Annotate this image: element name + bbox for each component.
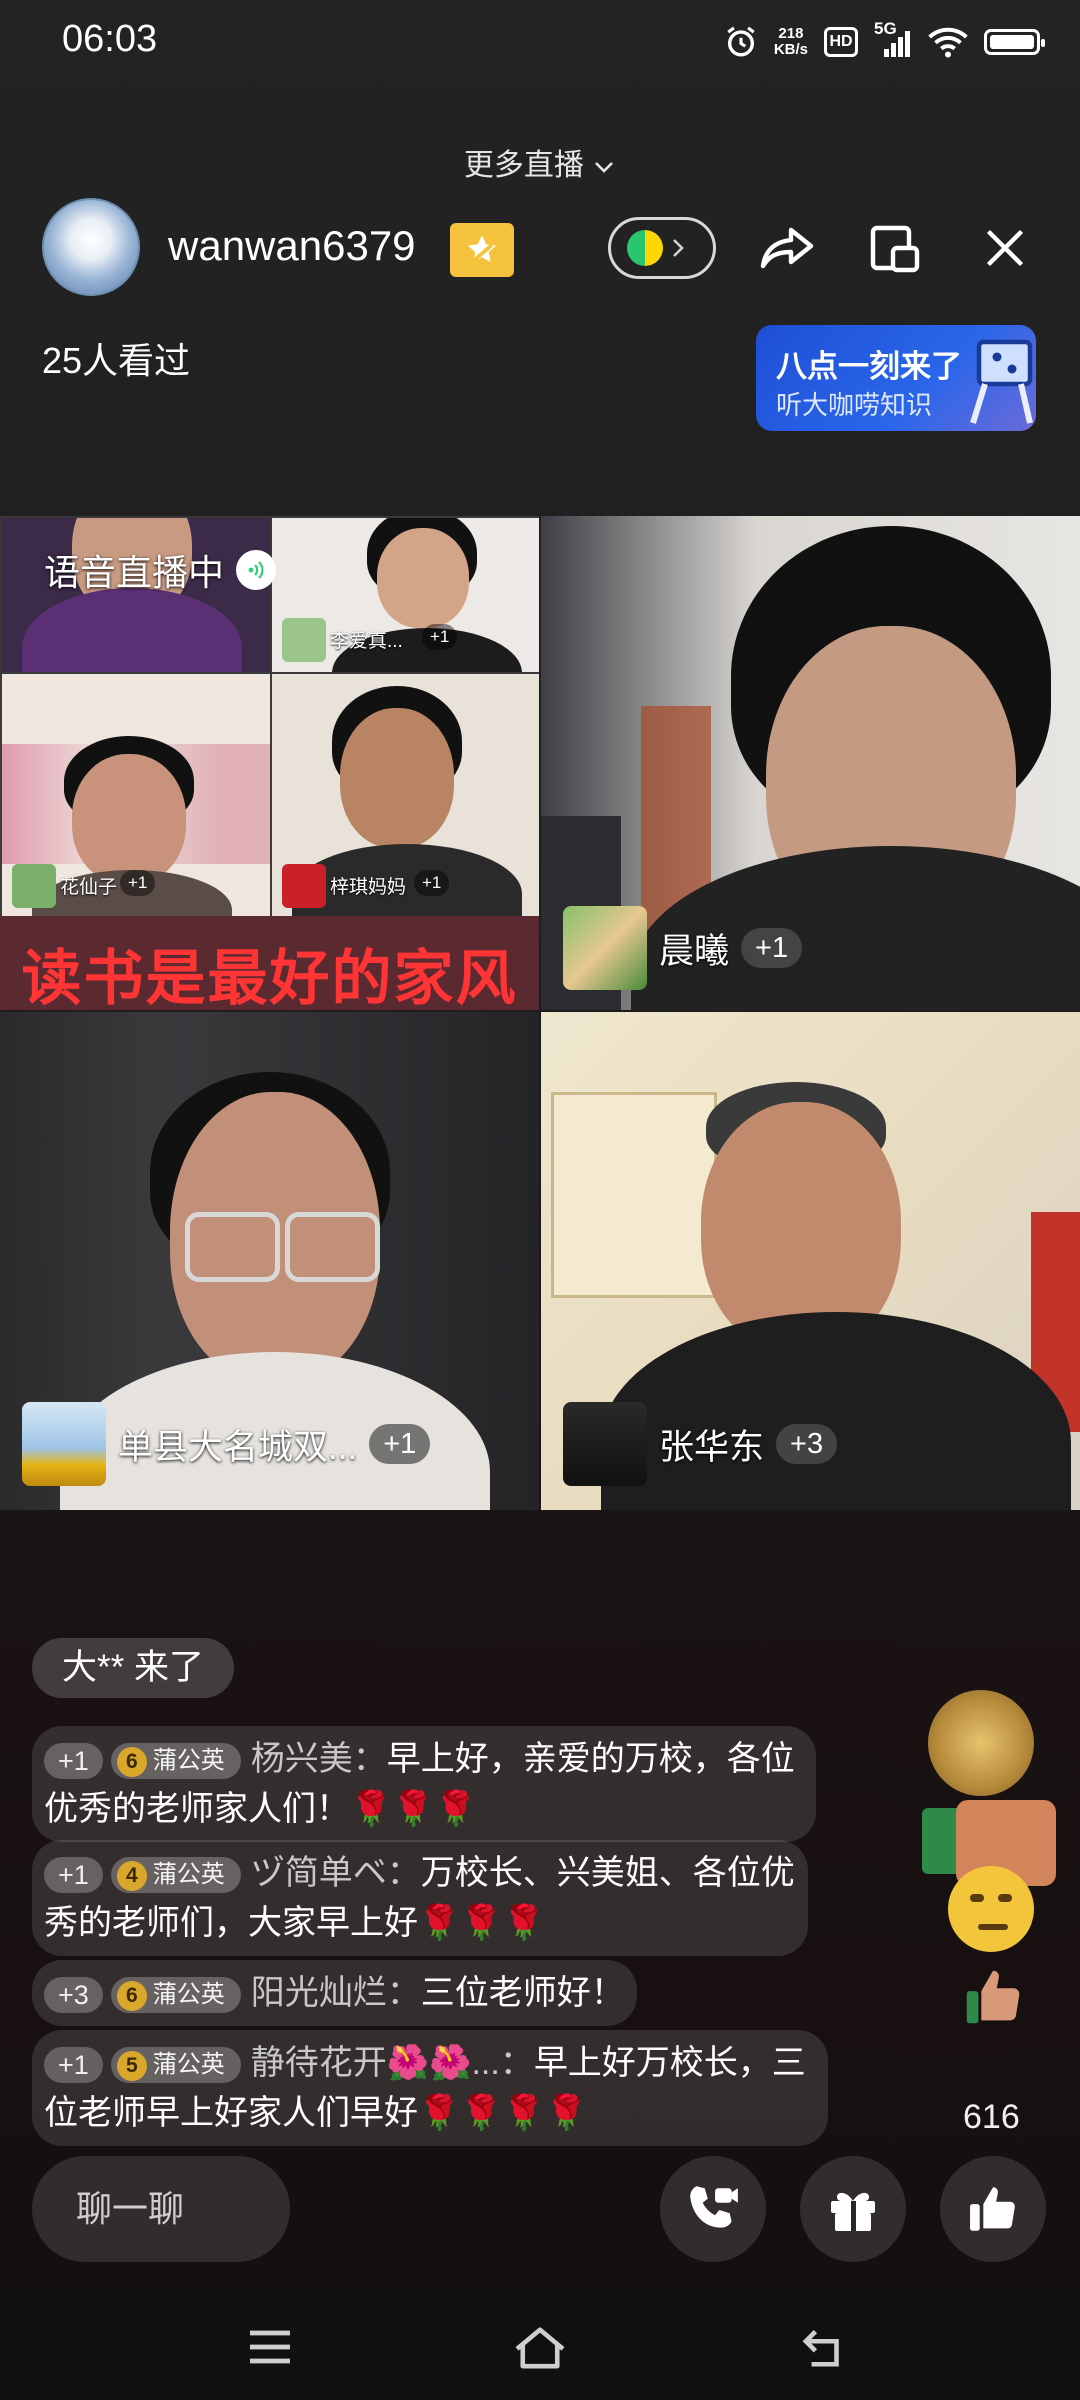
sub-tile-4: 梓琪妈妈 +1	[270, 672, 539, 920]
sub-tile-plus: +1	[414, 870, 450, 896]
share-icon	[760, 227, 814, 269]
nav-back-button[interactable]	[790, 2312, 860, 2382]
activity-icon[interactable]	[928, 1690, 1034, 1796]
chat-input[interactable]: 聊一聊	[32, 2156, 290, 2262]
level-badge: +3	[44, 1977, 103, 2014]
promo-banner[interactable]: 八点一刻来了 听大咖唠知识	[756, 325, 1036, 431]
promo-subtitle: 听大咖唠知识	[776, 390, 933, 420]
fan-badge: 5 蒲公英	[110, 2047, 241, 2084]
video-call-button[interactable]	[660, 2156, 766, 2262]
fan-badge: 6 蒲公英	[110, 1743, 241, 1780]
floating-window-button[interactable]	[860, 213, 930, 283]
sub-tile-plus: +1	[120, 870, 156, 896]
like-count: 616	[963, 2098, 1020, 2136]
thumbs-up-icon	[970, 2187, 1015, 2231]
guest-tile-1[interactable]: 晨曦 +1	[541, 516, 1080, 1010]
system-nav-bar	[0, 2290, 1080, 2400]
music-app-icon	[627, 230, 663, 266]
chevron-right-icon	[673, 239, 684, 257]
fan-badge: 6 蒲公英	[110, 1977, 241, 2014]
host-badge[interactable]	[450, 223, 514, 277]
sub-avatar	[12, 864, 56, 908]
back-icon	[802, 2330, 839, 2367]
status-time: 06:03	[62, 18, 158, 60]
phone-video-icon	[690, 2186, 738, 2228]
chat-message[interactable]: +1 4 蒲公英 ヅ简单ベ：万校长、兴美姐、各位优秀的老师们，大家早上好🌹🌹🌹	[32, 1840, 808, 1956]
guest-tile-2[interactable]: 单县大名城双... +1	[0, 1012, 539, 1510]
more-live-button[interactable]: 更多直播	[0, 140, 1080, 184]
chat-sender: 阳光灿烂：	[250, 1974, 421, 2012]
guest-avatar	[563, 1402, 647, 1486]
sub-tile-2: 李爱真... +1	[270, 516, 539, 674]
guest-tile-3[interactable]: 张华东 +3	[541, 1012, 1080, 1510]
sub-avatar	[282, 618, 326, 662]
sub-tile-name: 梓琪妈妈	[330, 877, 407, 898]
chat-message[interactable]: +1 6 蒲公英 杨兴美：早上好，亲爱的万校，各位优秀的老师家人们！🌹🌹🌹	[32, 1726, 816, 1842]
hd-badge: HD	[824, 27, 858, 57]
guest-name: 晨曦	[659, 931, 730, 971]
voice-live-tile[interactable]: 李爱真... +1 花仙子 +1 梓琪妈妈 +1 语音直播中 读书是最好的家风	[0, 516, 539, 1010]
host-avatar[interactable]	[42, 198, 140, 296]
star-check-icon	[467, 235, 497, 267]
gift-button[interactable]	[800, 2156, 906, 2262]
like-button[interactable]	[940, 2156, 1046, 2262]
chat-text: 三位老师好！	[420, 1974, 625, 2012]
sub-avatar	[282, 864, 326, 908]
level-badge: +1	[44, 1857, 103, 1894]
sub-tile-name: 花仙子	[60, 877, 118, 898]
guest-avatar	[563, 906, 647, 990]
fan-badge: 4 蒲公英	[110, 1857, 241, 1894]
level-badge: +1	[44, 1743, 103, 1780]
host-username[interactable]: wanwan6379	[168, 222, 416, 270]
sub-tile-plus: +1	[422, 624, 458, 650]
voice-live-label: 语音直播中	[44, 544, 277, 596]
guest-plus: +3	[776, 1424, 838, 1464]
gift-icon	[831, 2192, 875, 2231]
sub-tile-3: 花仙子 +1	[0, 672, 272, 920]
close-icon	[986, 229, 1024, 267]
slogan-banner: 读书是最好的家风	[0, 916, 539, 1010]
status-icons: 218 KB/s HD 5G	[724, 19, 1045, 64]
net-speed: 218 KB/s	[773, 25, 808, 58]
thinking-emoji-icon	[948, 1866, 1034, 1952]
share-button[interactable]	[752, 213, 822, 283]
guest-avatar	[22, 1402, 106, 1486]
chat-message[interactable]: +1 5 蒲公英 静待花开🌺🌺...：早上好万校长，三位老师早上好家人们早好🌹🌹🌹🌹	[32, 2030, 828, 2146]
menu-icon	[250, 2330, 290, 2364]
home-icon	[515, 2327, 565, 2369]
wifi-icon	[928, 27, 968, 58]
board-icon	[970, 339, 1033, 424]
chat-sender: 静待花开🌺🌺...：	[250, 2044, 534, 2082]
sound-wave-icon	[236, 550, 277, 590]
level-badge: +1	[44, 2047, 103, 2084]
signal-icon: 5G	[874, 19, 912, 59]
guest-plus: +1	[369, 1424, 431, 1464]
guest-name: 单县大名城双...	[118, 1427, 358, 1467]
nav-menu-button[interactable]	[235, 2312, 305, 2382]
close-button[interactable]	[970, 213, 1040, 283]
battery-icon	[984, 29, 1045, 55]
guest-name: 张华东	[659, 1427, 765, 1467]
sub-tile-name: 李爱真...	[330, 631, 403, 652]
nav-home-button[interactable]	[505, 2312, 575, 2382]
music-pill-button[interactable]	[608, 217, 716, 279]
thumb-float-icon	[966, 1970, 1020, 2024]
chevron-down-icon	[595, 162, 614, 173]
guest-plus: +1	[741, 928, 803, 968]
chat-message[interactable]: +3 6 蒲公英 阳光灿烂：三位老师好！	[32, 1960, 637, 2026]
chat-sender: 杨兴美：	[250, 1740, 387, 1778]
pip-window-icon	[870, 225, 920, 273]
join-notice: 大** 来了	[32, 1638, 234, 1698]
chat-sender: ヅ简单ベ：	[250, 1854, 421, 1892]
viewer-count: 25人看过	[42, 340, 191, 381]
promo-title: 八点一刻来了	[776, 349, 962, 384]
alarm-icon	[727, 26, 755, 57]
video-grid: 李爱真... +1 花仙子 +1 梓琪妈妈 +1 语音直播中 读书是最好的家风 …	[0, 516, 1080, 1510]
